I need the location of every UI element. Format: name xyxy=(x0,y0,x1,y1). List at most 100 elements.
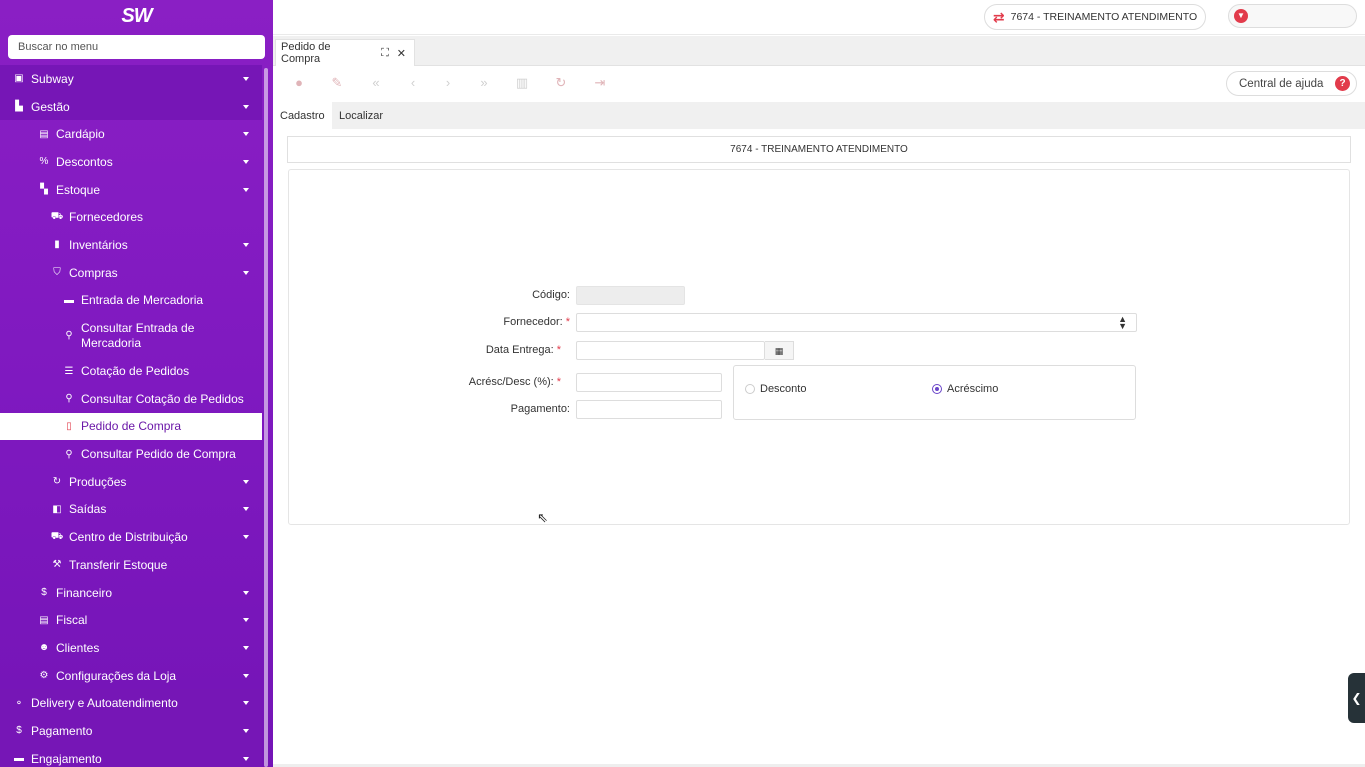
caret-down-icon[interactable] xyxy=(243,507,249,512)
tab-pedido-de-compra[interactable]: Pedido de Compra ⛶ ✕ xyxy=(275,39,415,66)
last-record-icon[interactable]: » xyxy=(475,74,493,92)
previous-record-icon[interactable]: ‹ xyxy=(404,74,422,92)
pagamento-input[interactable] xyxy=(576,400,722,419)
acresc-desc-input[interactable] xyxy=(576,373,722,392)
sidebar-item-saidas[interactable]: ◧ Saídas xyxy=(0,496,262,524)
refresh-icon[interactable]: ↻ xyxy=(552,74,570,92)
app-logo[interactable]: SW xyxy=(0,0,273,33)
sidebar-item-label: Fiscal xyxy=(56,613,88,628)
sidebar-item-consultar-pedido-de-compra[interactable]: ⚲ Consultar Pedido de Compra xyxy=(0,440,262,468)
first-record-icon[interactable]: « xyxy=(367,74,385,92)
caret-down-icon[interactable] xyxy=(243,159,249,164)
side-panel-toggle[interactable]: ❮ xyxy=(1348,673,1365,723)
sidebar: SW ▣ Subway ▙ Gestão ▤ Cardápio % Descontos ▚ Est… xyxy=(0,0,273,767)
exit-icon[interactable]: ⇥ xyxy=(591,74,609,92)
tab-cadastro[interactable]: Cadastro xyxy=(273,102,332,129)
sidebar-item-cotacao-de-pedidos[interactable]: ☰ Cotação de Pedidos xyxy=(0,357,262,385)
expand-icon[interactable]: ⛶ xyxy=(381,47,389,60)
sidebar-item-label: Estoque xyxy=(56,182,101,197)
boxes-icon: ▚ xyxy=(40,184,48,196)
caret-down-icon[interactable] xyxy=(243,535,249,540)
sidebar-item-label: Produções xyxy=(69,474,127,489)
sidebar-item-compras[interactable]: ⛉ Compras xyxy=(0,259,262,287)
caret-down-icon[interactable] xyxy=(243,618,249,623)
help-center-button[interactable]: Central de ajuda ? xyxy=(1226,71,1357,96)
store-switch-button[interactable]: ⇄ 7674 - TREINAMENTO ATENDIMENTO xyxy=(984,4,1206,30)
caret-down-icon[interactable] xyxy=(243,270,249,275)
sidebar-item-descontos[interactable]: % Descontos xyxy=(0,148,262,176)
sidebar-item-label: Configurações da Loja xyxy=(56,668,177,683)
delete-icon[interactable]: ▥ xyxy=(513,74,531,92)
sitemap-icon: ▙ xyxy=(15,101,23,113)
sidebar-item-subway[interactable]: ▣ Subway xyxy=(0,65,262,93)
caret-down-icon[interactable] xyxy=(243,187,249,192)
sidebar-item-centro-de-distribuicao[interactable]: ⛟ Centro de Distribuição xyxy=(0,523,262,551)
chevron-down-icon: ▼ xyxy=(1234,9,1248,23)
next-record-icon[interactable]: › xyxy=(439,74,457,92)
sidebar-item-label: Cotação de Pedidos xyxy=(81,364,190,379)
sidebar-menu: ▣ Subway ▙ Gestão ▤ Cardápio % Descontos ▚ Estoqu… xyxy=(0,65,262,767)
user-menu-button[interactable]: ▼ xyxy=(1228,4,1357,28)
radio-acrescimo-circle[interactable] xyxy=(932,384,942,394)
sidebar-scrollbar[interactable] xyxy=(264,68,268,767)
caret-down-icon[interactable] xyxy=(243,76,249,81)
caret-down-icon[interactable] xyxy=(243,104,249,109)
sidebar-item-cardapio[interactable]: ▤ Cardápio xyxy=(0,120,262,148)
mouse-cursor-icon: ⇖ xyxy=(537,510,548,525)
edit-icon[interactable]: ✎ xyxy=(328,74,346,92)
caret-down-icon[interactable] xyxy=(243,701,249,706)
codigo-field xyxy=(576,286,685,305)
sidebar-item-label: Consultar Entrada de Mercadoria xyxy=(81,320,195,350)
sidebar-item-financeiro[interactable]: $ Financeiro xyxy=(0,579,262,607)
calendar-icon[interactable]: ▦ xyxy=(765,341,794,360)
sidebar-item-configuracoes-da-loja[interactable]: ⚙ Configurações da Loja xyxy=(0,662,262,690)
sidebar-item-consultar-entrada-de-mercadoria[interactable]: ⚲ Consultar Entrada de Mercadoria xyxy=(0,314,262,357)
close-icon[interactable]: ✕ xyxy=(397,47,406,60)
sidebar-item-inventarios[interactable]: ▮ Inventários xyxy=(0,231,262,259)
caret-down-icon[interactable] xyxy=(243,728,249,733)
data-entrega-input[interactable] xyxy=(576,341,765,360)
sidebar-item-producoes[interactable]: ↻ Produções xyxy=(0,468,262,496)
sidebar-item-label: Cardápio xyxy=(56,127,105,142)
fornecedor-select[interactable]: ▲ ▼ xyxy=(576,313,1137,332)
file-icon: ▯ xyxy=(66,420,72,432)
question-icon: ? xyxy=(1335,76,1350,91)
radio-acrescimo[interactable]: Acréscimo xyxy=(932,383,998,395)
sidebar-item-fiscal[interactable]: ▤ Fiscal xyxy=(0,606,262,634)
sidebar-item-delivery-e-autoatendimento[interactable]: ⚬ Delivery e Autoatendimento xyxy=(0,689,262,718)
radio-desconto-circle[interactable] xyxy=(745,384,755,394)
discount-type-group: Desconto Acréscimo xyxy=(733,365,1136,420)
codigo-label: Código: xyxy=(532,289,570,301)
caret-down-icon[interactable] xyxy=(243,673,249,678)
sidebar-item-clientes[interactable]: ☻ Clientes xyxy=(0,634,262,662)
tab-localizar[interactable]: Localizar xyxy=(332,102,390,129)
radio-desconto[interactable]: Desconto xyxy=(745,383,806,395)
sidebar-item-label: Subway xyxy=(31,71,74,86)
caret-down-icon[interactable] xyxy=(243,479,249,484)
sidebar-item-pedido-de-compra[interactable]: ▯ Pedido de Compra xyxy=(0,412,262,441)
refresh-icon: ↻ xyxy=(52,476,62,488)
caret-down-icon[interactable] xyxy=(243,242,249,247)
exit-icon: ◧ xyxy=(52,503,62,515)
caret-down-icon[interactable] xyxy=(243,645,249,650)
caret-down-icon[interactable] xyxy=(243,590,249,595)
sidebar-item-estoque[interactable]: ▚ Estoque xyxy=(0,176,262,204)
sidebar-item-pagamento[interactable]: $ Pagamento xyxy=(0,717,262,745)
sidebar-item-gestao[interactable]: ▙ Gestão xyxy=(0,92,262,121)
sidebar-item-engajamento[interactable]: ▬ Engajamento xyxy=(0,744,262,767)
sidebar-item-transferir-estoque[interactable]: ⚒ Transferir Estoque xyxy=(0,551,262,579)
list-icon: ☰ xyxy=(64,365,74,377)
caret-down-icon[interactable] xyxy=(243,756,249,761)
truck-icon: ⛟ xyxy=(50,210,64,222)
sidebar-item-consultar-cotacao-de-pedidos[interactable]: ⚲ Consultar Cotação de Pedidos xyxy=(0,385,262,413)
archive-icon: ▬ xyxy=(64,294,74,306)
book-icon: ▤ xyxy=(39,128,49,140)
sidebar-item-label: Consultar Cotação de Pedidos xyxy=(81,391,244,406)
search-icon: ⚲ xyxy=(65,393,73,405)
tab-label: Pedido de Compra xyxy=(281,41,331,65)
menu-search-input[interactable] xyxy=(8,35,265,59)
sidebar-item-fornecedores[interactable]: ⛟ Fornecedores xyxy=(0,203,262,231)
caret-down-icon[interactable] xyxy=(243,132,249,137)
add-icon[interactable]: ● xyxy=(290,74,308,92)
sidebar-item-entrada-de-mercadoria[interactable]: ▬ Entrada de Mercadoria xyxy=(0,287,262,315)
